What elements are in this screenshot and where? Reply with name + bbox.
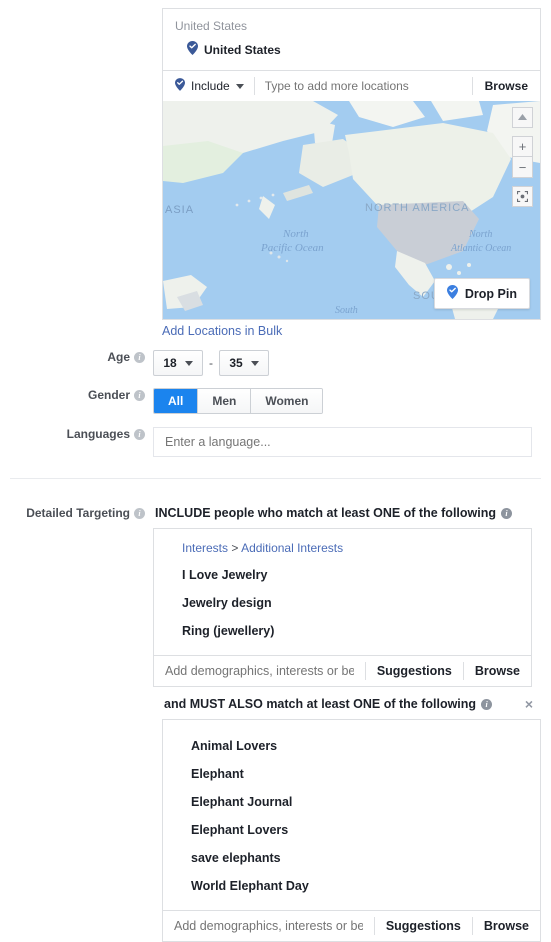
info-icon[interactable]: i bbox=[134, 351, 145, 363]
age-label: Age bbox=[107, 350, 130, 364]
age-row: Age i 18 - 35 bbox=[0, 350, 551, 376]
svg-text:North: North bbox=[468, 229, 492, 240]
list-item[interactable]: Elephant Journal bbox=[163, 788, 540, 816]
locations-browse-button[interactable]: Browse bbox=[471, 77, 540, 95]
and-suggestions-button[interactable]: Suggestions bbox=[373, 917, 472, 935]
gender-label: Gender bbox=[87, 388, 130, 402]
drop-pin-label: Drop Pin bbox=[464, 286, 517, 301]
and-heading: and MUST ALSO match at least ONE of the … bbox=[164, 697, 551, 711]
and-targeting-list: Animal Lovers Elephant Elephant Journal … bbox=[163, 720, 540, 910]
age-separator: - bbox=[209, 356, 213, 370]
map-pin-icon bbox=[175, 78, 185, 94]
include-targeting-list: Interests > Additional Interests I Love … bbox=[154, 529, 531, 655]
include-targeting-footer: Suggestions Browse bbox=[154, 655, 531, 686]
locations-card: United States United States Include Type… bbox=[162, 8, 541, 320]
breadcrumb-root[interactable]: Interests bbox=[182, 541, 228, 555]
languages-label-group: Languages i bbox=[0, 427, 153, 441]
map-pin-icon bbox=[446, 285, 458, 302]
age-min-value: 18 bbox=[163, 356, 177, 370]
svg-text:Pacific Ocean: Pacific Ocean bbox=[260, 242, 324, 254]
breadcrumb-leaf[interactable]: Additional Interests bbox=[241, 541, 343, 555]
svg-text:NORTH AMERICA: NORTH AMERICA bbox=[365, 202, 469, 214]
detailed-targeting-label-group: Detailed Targeting i bbox=[0, 506, 153, 520]
include-targeting-box: Interests > Additional Interests I Love … bbox=[153, 528, 532, 687]
map-controls: + − bbox=[512, 107, 533, 207]
chevron-down-icon bbox=[250, 360, 259, 366]
info-icon[interactable]: i bbox=[134, 428, 145, 440]
zoom-in-button[interactable]: + bbox=[512, 136, 533, 157]
location-selected-item[interactable]: United States bbox=[163, 37, 540, 70]
include-exclude-dropdown[interactable]: Include bbox=[163, 77, 255, 95]
map-pin-icon bbox=[187, 41, 198, 58]
list-item[interactable]: Ring (jewellery) bbox=[154, 617, 531, 645]
languages-label: Languages bbox=[66, 427, 130, 441]
list-item[interactable]: World Elephant Day bbox=[163, 872, 540, 900]
include-targeting-input[interactable] bbox=[154, 664, 365, 678]
svg-text:South: South bbox=[335, 305, 358, 316]
detailed-targeting-label: Detailed Targeting bbox=[26, 506, 130, 520]
close-icon[interactable]: × bbox=[525, 697, 533, 711]
svg-text:North: North bbox=[282, 228, 309, 240]
include-browse-button[interactable]: Browse bbox=[462, 662, 531, 680]
audience-targeting-panel: United States United States Include Type… bbox=[0, 0, 551, 942]
include-suggestions-button[interactable]: Suggestions bbox=[364, 662, 463, 680]
and-targeting-input[interactable] bbox=[163, 919, 374, 933]
include-heading-text: INCLUDE people who match at least ONE of… bbox=[155, 506, 496, 520]
breadcrumb-separator: > bbox=[231, 541, 239, 555]
location-group-header: United States bbox=[175, 19, 248, 33]
list-item[interactable]: I Love Jewelry bbox=[154, 561, 531, 589]
add-locations-in-bulk-link[interactable]: Add Locations in Bulk bbox=[162, 324, 282, 338]
include-heading: INCLUDE people who match at least ONE of… bbox=[155, 506, 538, 520]
recenter-icon[interactable] bbox=[512, 186, 533, 207]
list-item[interactable]: Elephant bbox=[163, 760, 540, 788]
languages-row: Languages i bbox=[0, 427, 551, 457]
zoom-out-button[interactable]: − bbox=[512, 157, 533, 178]
age-label-group: Age i bbox=[0, 350, 153, 364]
age-max-value: 35 bbox=[229, 356, 243, 370]
compass-icon[interactable] bbox=[512, 107, 533, 128]
age-controls: 18 - 35 bbox=[153, 350, 269, 376]
info-icon[interactable]: i bbox=[501, 507, 512, 519]
age-max-select[interactable]: 35 bbox=[219, 350, 269, 376]
location-map[interactable]: ASIA NORTH AMERICA SOUTH AMERICA North P… bbox=[163, 101, 540, 319]
chevron-down-icon bbox=[184, 360, 193, 366]
location-input-row: Include Browse bbox=[163, 70, 540, 101]
location-selected-label: United States bbox=[204, 42, 281, 57]
info-icon[interactable]: i bbox=[134, 507, 145, 519]
detailed-targeting-row: Detailed Targeting i INCLUDE people who … bbox=[0, 506, 551, 687]
gender-option-men[interactable]: Men bbox=[198, 389, 252, 413]
narrow-audience-block: and MUST ALSO match at least ONE of the … bbox=[162, 697, 551, 942]
map-zoom-controls: + − bbox=[512, 136, 533, 178]
and-heading-text: and MUST ALSO match at least ONE of the … bbox=[164, 697, 477, 711]
breadcrumb: Interests > Additional Interests bbox=[154, 541, 531, 561]
gender-option-women[interactable]: Women bbox=[251, 389, 323, 413]
include-label: Include bbox=[191, 79, 230, 93]
gender-segmented-control: All Men Women bbox=[153, 388, 324, 414]
drop-pin-button[interactable]: Drop Pin bbox=[433, 278, 530, 309]
list-item[interactable]: Elephant Lovers bbox=[163, 816, 540, 844]
languages-input[interactable] bbox=[153, 427, 532, 457]
svg-text:ASIA: ASIA bbox=[165, 204, 194, 216]
and-targeting-footer: Suggestions Browse bbox=[163, 910, 540, 941]
location-search-input[interactable] bbox=[254, 79, 472, 93]
list-item[interactable]: save elephants bbox=[163, 844, 540, 872]
and-browse-button[interactable]: Browse bbox=[471, 917, 540, 935]
age-min-select[interactable]: 18 bbox=[153, 350, 203, 376]
detailed-targeting-content: INCLUDE people who match at least ONE of… bbox=[153, 506, 538, 687]
info-icon[interactable]: i bbox=[481, 698, 493, 710]
chevron-down-icon bbox=[235, 83, 244, 89]
section-divider bbox=[10, 478, 541, 479]
list-item[interactable]: Animal Lovers bbox=[163, 732, 540, 760]
gender-option-all[interactable]: All bbox=[154, 389, 199, 413]
info-icon[interactable]: i bbox=[134, 389, 145, 401]
gender-label-group: Gender i bbox=[0, 388, 153, 402]
list-item[interactable]: Jewelry design bbox=[154, 589, 531, 617]
and-targeting-box: Animal Lovers Elephant Elephant Journal … bbox=[162, 719, 541, 942]
gender-row: Gender i All Men Women bbox=[0, 388, 551, 414]
svg-text:Atlantic Ocean: Atlantic Ocean bbox=[450, 243, 511, 254]
